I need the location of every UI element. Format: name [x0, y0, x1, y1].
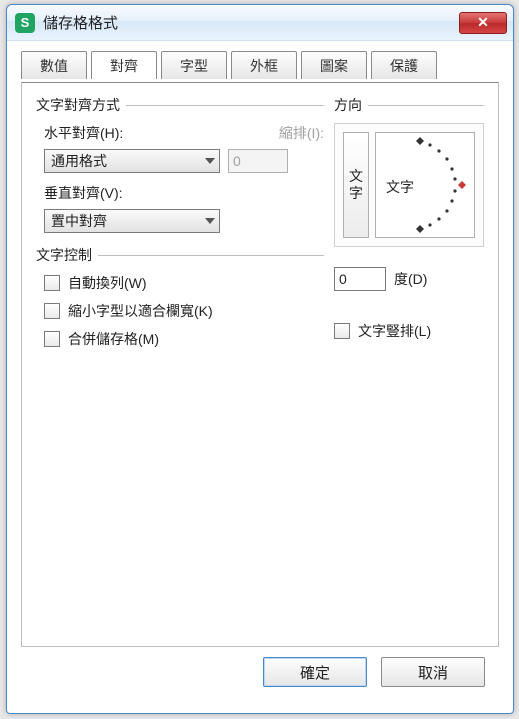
content-area: 數值 對齊 字型 外框 圖案 保護 文字對齊方式 水平對齊(H):	[7, 41, 513, 713]
stacked-text-label: 文字豎排(L)	[358, 321, 431, 341]
horizontal-align-combo[interactable]: 通用格式	[44, 149, 220, 173]
tab-border[interactable]: 外框	[231, 51, 297, 79]
orientation-group: 方向 文字 文字	[334, 95, 484, 341]
tab-alignment[interactable]: 對齊	[91, 51, 157, 79]
merge-cells-checkbox[interactable]	[44, 331, 60, 347]
degree-spinner[interactable]: ▲ ▼	[334, 267, 386, 291]
shrink-to-fit-checkbox[interactable]	[44, 303, 60, 319]
tab-panel: 文字對齊方式 水平對齊(H): 縮排(I): 通用格式	[21, 82, 499, 647]
titlebar[interactable]: S 儲存格格式 ✕	[7, 5, 513, 41]
divider	[126, 105, 324, 106]
close-icon: ✕	[477, 14, 489, 31]
tab-strip: 數值 對齊 字型 外框 圖案 保護	[21, 51, 499, 79]
text-control-legend: 文字控制	[36, 245, 92, 265]
horizontal-align-label: 水平對齊(H):	[44, 123, 140, 143]
tab-font[interactable]: 字型	[161, 51, 227, 79]
tab-pattern[interactable]: 圖案	[301, 51, 367, 79]
stacked-text-checkbox[interactable]	[334, 323, 350, 339]
orientation-dial[interactable]: 文字	[375, 132, 475, 238]
tab-protection[interactable]: 保護	[371, 51, 437, 79]
text-alignment-group: 文字對齊方式 水平對齊(H): 縮排(I): 通用格式	[36, 95, 324, 233]
cancel-button[interactable]: 取消	[381, 657, 485, 687]
vertical-align-label: 垂直對齊(V):	[44, 183, 140, 203]
text-alignment-legend: 文字對齊方式	[36, 95, 120, 115]
dialog-window: S 儲存格格式 ✕ 數值 對齊 字型 外框 圖案 保護 文字對齊方式	[6, 4, 514, 714]
wrap-text-label: 自動換列(W)	[68, 273, 147, 293]
chevron-down-icon	[205, 218, 215, 224]
vertical-align-value: 置中對齊	[51, 211, 205, 231]
chevron-down-icon	[205, 158, 215, 164]
merge-cells-label: 合併儲存格(M)	[68, 329, 159, 349]
divider	[98, 255, 324, 256]
ok-button[interactable]: 確定	[263, 657, 367, 687]
orientation-legend: 方向	[334, 95, 362, 115]
vertical-align-combo[interactable]: 置中對齊	[44, 209, 220, 233]
orientation-dial-icon	[402, 135, 472, 235]
vertical-text-button[interactable]: 文字	[343, 132, 369, 238]
wrap-text-checkbox[interactable]	[44, 275, 60, 291]
indent-spinner[interactable]: ▲ ▼	[228, 149, 288, 173]
horizontal-align-value: 通用格式	[51, 151, 205, 171]
orientation-box: 文字 文字	[334, 123, 484, 247]
indent-label: 縮排(I):	[279, 123, 324, 143]
close-button[interactable]: ✕	[459, 12, 507, 34]
divider	[368, 105, 484, 106]
app-icon: S	[15, 13, 35, 33]
text-control-group: 文字控制 自動換列(W) 縮小字型以適合欄寬(K)	[36, 245, 324, 349]
shrink-to-fit-label: 縮小字型以適合欄寬(K)	[68, 301, 213, 321]
degree-label: 度(D)	[394, 269, 427, 289]
dialog-footer: 確定 取消	[21, 647, 499, 701]
tab-number[interactable]: 數值	[21, 51, 87, 79]
window-title: 儲存格格式	[43, 12, 459, 33]
